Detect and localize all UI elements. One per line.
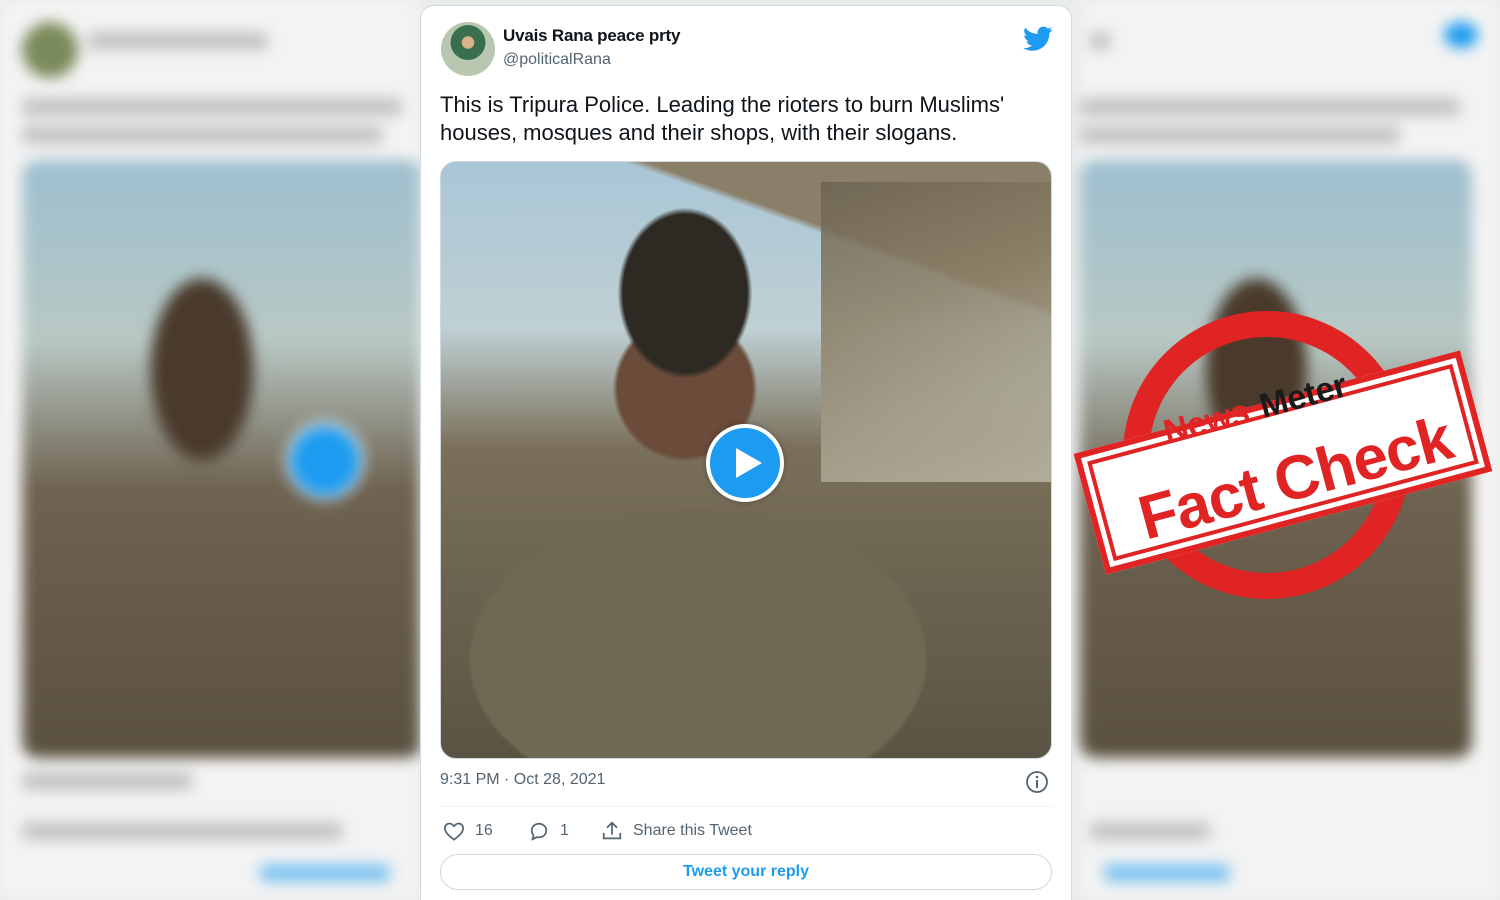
tweet-your-reply-button[interactable]: Tweet your reply: [440, 854, 1052, 890]
blurred-actions: [22, 822, 342, 840]
share-icon: [602, 821, 622, 840]
avatar[interactable]: [441, 22, 495, 76]
tweet-text: This is Tripura Police. Leading the riot…: [440, 92, 1005, 145]
like-button[interactable]: 16: [443, 818, 493, 844]
blurred-text-line: [22, 126, 382, 144]
twitter-bird-icon[interactable]: [1023, 26, 1053, 52]
info-icon[interactable]: [1025, 770, 1049, 794]
share-button[interactable]: Share this Tweet: [601, 818, 752, 844]
blurred-timestamp: [22, 772, 192, 790]
like-count: 16: [475, 822, 493, 839]
blurred-reply-button: [1104, 864, 1230, 882]
blurred-reply-button: [260, 864, 390, 882]
display-name[interactable]: Uvais Rana peace prty: [503, 26, 680, 46]
reply-icon: [530, 822, 548, 841]
blurred-name: [88, 32, 268, 50]
blurred-actions: [1090, 822, 1210, 840]
divider: [440, 806, 1052, 807]
blurred-bird-icon: [1444, 22, 1478, 48]
heart-icon: [444, 822, 464, 841]
blurred-name: [1090, 32, 1110, 50]
blurred-avatar: [22, 22, 78, 78]
play-button[interactable]: [706, 424, 784, 502]
play-icon: [736, 448, 762, 478]
blurred-text-line: [22, 98, 402, 116]
blurred-text-line: [1080, 98, 1460, 116]
blurred-background-left: [0, 0, 420, 900]
tweet-card: Uvais Rana peace prty @politicalRana Thi…: [420, 5, 1072, 900]
reply-button[interactable]: 1: [528, 818, 569, 844]
reply-count: 1: [560, 822, 569, 839]
user-handle[interactable]: @politicalRana: [503, 51, 611, 69]
fact-check-stamp: News Meter Fact Check: [1073, 305, 1500, 605]
tweet-timestamp[interactable]: 9:31 PM · Oct 28, 2021: [440, 771, 605, 789]
video-player[interactable]: [440, 161, 1052, 759]
blurred-play-icon: [286, 422, 364, 500]
blurred-text-line: [1080, 126, 1400, 144]
share-label: Share this Tweet: [633, 822, 752, 839]
